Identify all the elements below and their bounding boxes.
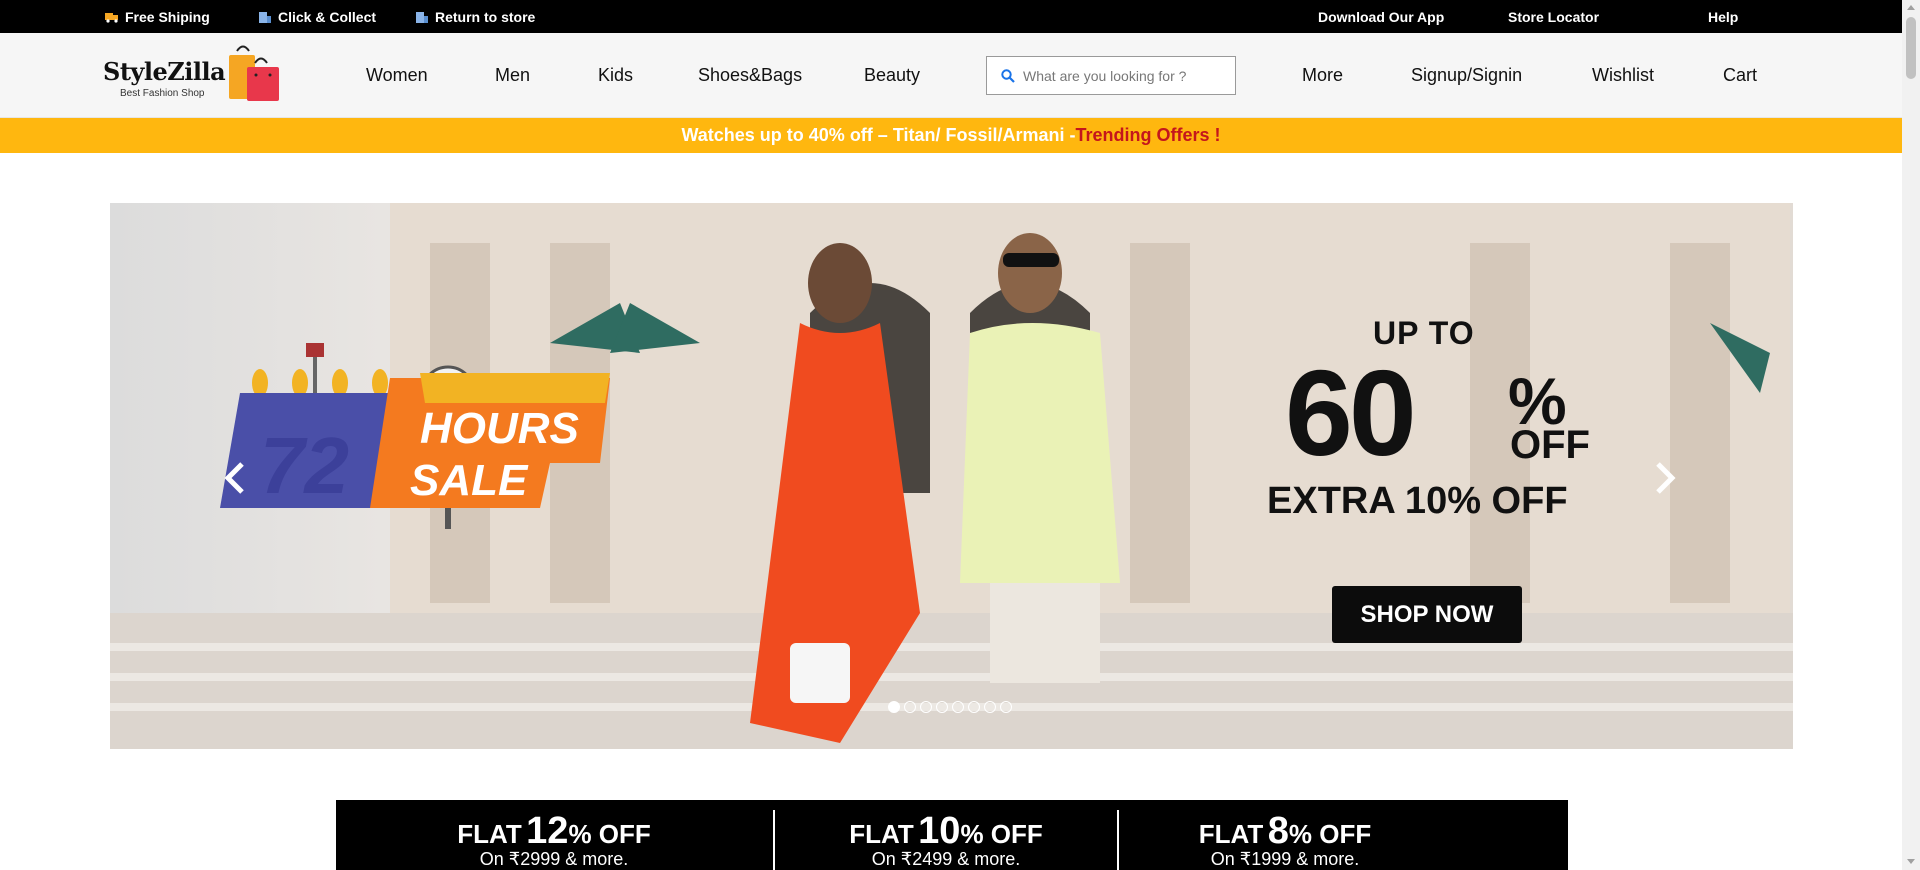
flat-condition: On ₹1999 & more. <box>1210 849 1360 869</box>
slider-dots <box>888 701 1012 713</box>
badge-hours: HOURS <box>420 404 579 453</box>
click-collect-label: Click & Collect <box>278 8 377 25</box>
truck-icon <box>105 12 118 23</box>
flat-suffix: % OFF <box>960 819 1043 849</box>
click-collect-link[interactable]: Click & Collect <box>258 0 376 33</box>
store-icon <box>259 11 271 23</box>
nav-wishlist[interactable]: Wishlist <box>1592 33 1654 118</box>
store-icon <box>416 11 428 23</box>
flat-suffix: % OFF <box>1288 819 1372 849</box>
store-locator-label: Store Locator <box>1508 8 1600 25</box>
flat-prefix: FLAT <box>457 819 522 849</box>
flat-offer-3[interactable]: FLAT 8% OFF On ₹1999 & more. <box>1120 800 1450 870</box>
shopping-bags-icon <box>229 45 279 101</box>
flat-value: 12 <box>526 810 569 852</box>
flat-offer-1[interactable]: FLAT 12% OFF On ₹2999 & more. <box>336 800 772 870</box>
flat-offer-2[interactable]: FLAT 10% OFF On ₹2499 & more. <box>776 800 1116 870</box>
offer-text: Watches up to 40% off – Titan/ Fossil/Ar… <box>681 125 1076 145</box>
badge-number: 72 <box>260 421 349 510</box>
divider <box>1117 810 1119 870</box>
flat-suffix: % OFF <box>568 819 651 849</box>
hours-sale-badge: 72 HOURS SALE <box>220 369 610 510</box>
search-input[interactable] <box>1023 67 1223 84</box>
slider-prev-arrow[interactable] <box>220 458 250 498</box>
scroll-down-arrow[interactable] <box>1907 859 1915 864</box>
slider-dot[interactable] <box>952 701 964 713</box>
flat-prefix: FLAT <box>1198 819 1264 849</box>
nav-women[interactable]: Women <box>366 33 428 118</box>
flat-prefix: FLAT <box>849 819 914 849</box>
shop-now-button[interactable]: SHOP NOW <box>1332 586 1522 643</box>
flat-condition: On ₹2999 & more. <box>479 849 629 869</box>
scroll-up-arrow[interactable] <box>1907 5 1915 10</box>
trending-offers-link[interactable]: Trending Offers ! <box>1076 125 1221 146</box>
divider <box>773 810 775 870</box>
flat-value: 8 <box>1267 810 1289 852</box>
slider-dot[interactable] <box>888 701 900 713</box>
sale-percent-number: 60 <box>1285 345 1417 481</box>
offer-strip[interactable]: Watches up to 40% off – Titan/ Fossil/Ar… <box>0 118 1902 153</box>
nav-signin[interactable]: Signup/Signin <box>1411 33 1522 118</box>
return-store-label: Return to store <box>435 8 536 25</box>
search-box[interactable] <box>986 56 1236 95</box>
flat-value: 10 <box>918 810 961 852</box>
store-locator-link[interactable]: Store Locator <box>1508 0 1599 33</box>
flat-condition: On ₹2499 & more. <box>871 849 1021 869</box>
slider-dot[interactable] <box>904 701 916 713</box>
search-icon <box>1001 68 1015 83</box>
help-label: Help <box>1708 8 1739 25</box>
slider-dot[interactable] <box>984 701 996 713</box>
slider-dot[interactable] <box>936 701 948 713</box>
site-logo[interactable]: StyleZilla Best Fashion Shop <box>103 43 283 109</box>
nav-shoes-bags[interactable]: Shoes&Bags <box>698 33 802 118</box>
download-app-label: Download Our App <box>1318 8 1445 25</box>
free-shipping-label: Free Shiping <box>125 8 210 25</box>
logo-title: StyleZilla <box>103 57 226 86</box>
sale-off: OFF <box>1510 423 1590 467</box>
flat-offers-banner[interactable]: FLAT 12% OFF On ₹2999 & more. FLAT 10% O… <box>336 800 1568 870</box>
scroll-thumb[interactable] <box>1906 17 1916 79</box>
page-scrollbar[interactable] <box>1902 0 1920 870</box>
badge-sale: SALE <box>410 456 529 505</box>
logo-subtitle: Best Fashion Shop <box>120 88 205 99</box>
nav-cart[interactable]: Cart <box>1723 33 1757 118</box>
sale-extra-discount: EXTRA 10% OFF <box>1267 480 1568 522</box>
return-store-link[interactable]: Return to store <box>415 0 535 33</box>
download-app-link[interactable]: Download Our App <box>1318 0 1444 33</box>
nav-beauty[interactable]: Beauty <box>864 33 920 118</box>
slider-dot[interactable] <box>968 701 980 713</box>
free-shipping-link[interactable]: Free Shiping <box>105 0 210 33</box>
top-utility-bar: Free Shiping Click & Collect Return to s… <box>0 0 1902 33</box>
slider-dot[interactable] <box>920 701 932 713</box>
nav-kids[interactable]: Kids <box>598 33 633 118</box>
nav-more[interactable]: More <box>1302 33 1343 118</box>
main-header: StyleZilla Best Fashion Shop Women Men K… <box>0 33 1902 118</box>
hero-slider: 72 HOURS SALE UP TO 60 % OFF EXTRA 10% O… <box>110 203 1793 749</box>
help-link[interactable]: Help <box>1708 0 1738 33</box>
nav-men[interactable]: Men <box>495 33 530 118</box>
slider-next-arrow[interactable] <box>1650 458 1680 498</box>
slider-dot[interactable] <box>1000 701 1012 713</box>
